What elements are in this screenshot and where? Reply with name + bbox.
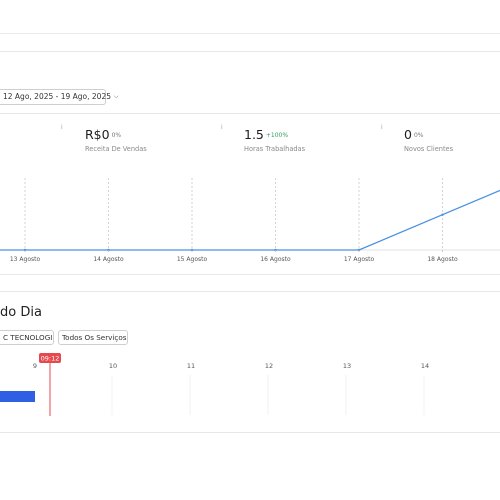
kpi-label: Receita De Vendas bbox=[85, 145, 147, 153]
data-point bbox=[441, 213, 444, 216]
company-select-value: C TECNOLOGI bbox=[3, 333, 53, 342]
day-timeline: 9 10 11 12 13 14 09:12 bbox=[0, 353, 429, 416]
services-select-value: Todos Os Serviços bbox=[62, 333, 127, 342]
summary-card-divider bbox=[0, 113, 500, 114]
section-title: do Dia bbox=[0, 305, 42, 320]
services-select[interactable]: Todos Os Serviços ⌵ bbox=[58, 330, 128, 345]
chevron-down-icon: ⌵ bbox=[114, 93, 119, 100]
hours-line-chart: 13 Agosto 14 Agosto 15 Agosto 16 Agosto 17 A… bbox=[0, 178, 500, 263]
hour-label: 13 bbox=[343, 362, 351, 370]
info-icon[interactable]: i bbox=[381, 124, 383, 131]
hour-label: 10 bbox=[109, 362, 117, 370]
x-tick-label: 14 Agosto bbox=[93, 256, 124, 263]
info-icon[interactable]: i bbox=[61, 124, 63, 131]
company-select[interactable]: C TECNOLOGI ⌵ bbox=[0, 330, 54, 345]
kpi-delta: 0% bbox=[111, 132, 122, 139]
x-tick-label: 17 Agosto bbox=[344, 256, 375, 263]
kpi-delta: +100% bbox=[265, 132, 289, 139]
kpi-value: 1.5 bbox=[244, 127, 264, 142]
kpi-value: 0 bbox=[404, 127, 412, 142]
kpi-label: Novos Clientes bbox=[404, 145, 454, 153]
x-tick-label: 15 Agosto bbox=[177, 256, 208, 263]
x-tick-label: 18 Agosto bbox=[427, 256, 458, 263]
date-range-label: 12 Ago, 2025 - 19 Ago, 2025 bbox=[3, 92, 111, 101]
series-line bbox=[0, 189, 500, 251]
kpi-sales-revenue: R$0 0% Receita De Vendas bbox=[85, 127, 147, 153]
kpi-delta: 0% bbox=[413, 132, 424, 139]
schedule-event bbox=[0, 391, 35, 402]
kpi-hours-worked: 1.5 +100% Horas Trabalhadas bbox=[244, 127, 305, 153]
topbar-divider bbox=[0, 33, 500, 34]
hour-label: 12 bbox=[265, 362, 273, 370]
x-tick-label: 16 Agosto bbox=[260, 256, 291, 263]
hour-label: 11 bbox=[187, 362, 195, 370]
info-icon[interactable]: i bbox=[221, 124, 223, 131]
hour-label: 14 bbox=[421, 362, 429, 370]
kpi-value: R$0 bbox=[85, 127, 110, 142]
kpi-new-clients: 0 0% Novos Clientes bbox=[404, 127, 453, 153]
current-time-label: 09:12 bbox=[41, 355, 60, 363]
hour-label: 9 bbox=[33, 362, 37, 370]
x-tick-label: 13 Agosto bbox=[10, 256, 41, 263]
date-range-picker[interactable]: 12 Ago, 2025 - 19 Ago, 2025 ⌵ bbox=[0, 89, 119, 105]
kpi-label: Horas Trabalhadas bbox=[244, 145, 306, 153]
